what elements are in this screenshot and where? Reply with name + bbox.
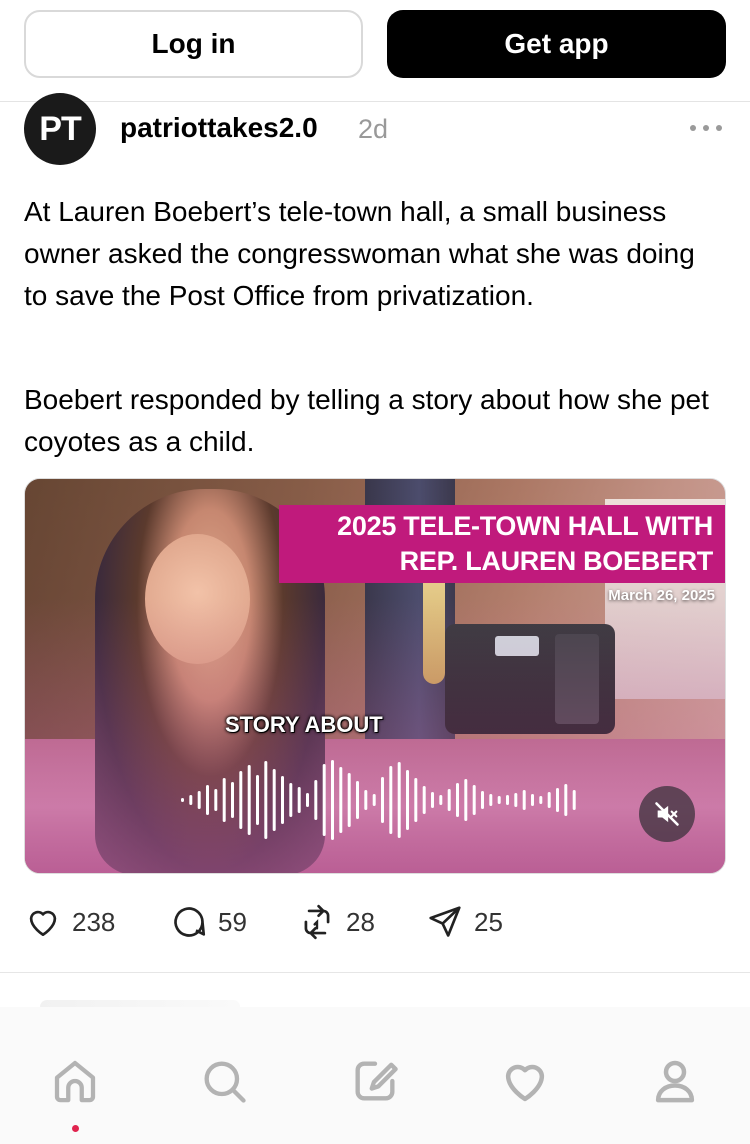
post-paragraph: Boebert responded by telling a story abo… xyxy=(24,384,709,457)
audio-waveform-icon xyxy=(181,760,576,840)
post-actions: 238 59 28 25 xyxy=(24,900,724,944)
avatar[interactable]: PT xyxy=(24,93,96,165)
reply-button[interactable]: 59 xyxy=(170,900,247,944)
nav-compose[interactable] xyxy=(345,1051,405,1111)
post-divider xyxy=(0,972,750,973)
video-date: March 26, 2025 xyxy=(608,587,715,604)
repost-count: 28 xyxy=(346,906,375,937)
muted-speaker-icon xyxy=(655,802,679,826)
profile-icon xyxy=(655,1060,695,1103)
share-button[interactable]: 25 xyxy=(426,900,503,944)
username[interactable]: patriottakes2.0 xyxy=(120,112,318,144)
heart-icon xyxy=(29,910,57,937)
compose-icon xyxy=(355,1061,398,1101)
heart-icon xyxy=(505,1064,545,1102)
like-button[interactable]: 238 xyxy=(24,900,115,944)
get-app-button[interactable]: Get app xyxy=(387,10,726,78)
repost-icon xyxy=(304,904,330,940)
like-count: 238 xyxy=(72,906,116,937)
nav-profile[interactable] xyxy=(645,1051,705,1111)
reply-count: 59 xyxy=(218,906,247,937)
search-icon xyxy=(204,1061,246,1103)
share-count: 25 xyxy=(474,906,503,937)
send-icon xyxy=(429,906,461,937)
log-in-button[interactable]: Log in xyxy=(24,10,363,78)
avatar-text: PT xyxy=(39,109,81,148)
video-player[interactable]: 2025 TELE-TOWN HALL WITH REP. LAUREN BOE… xyxy=(24,478,726,874)
post-paragraph: At Lauren Boebert’s tele-town hall, a sm… xyxy=(24,196,695,311)
nav-activity[interactable] xyxy=(495,1051,555,1111)
banner-line-2: REP. LAUREN BOEBERT xyxy=(399,546,714,576)
nav-home[interactable] xyxy=(45,1051,105,1111)
comment-icon xyxy=(174,907,206,937)
bottom-nav xyxy=(0,1007,750,1144)
more-options-icon[interactable] xyxy=(690,116,722,140)
video-title-banner: 2025 TELE-TOWN HALL WITH REP. LAUREN BOE… xyxy=(279,505,725,583)
repost-button[interactable]: 28 xyxy=(298,900,375,944)
post-time: 2d xyxy=(358,114,389,144)
banner-line-1: 2025 TELE-TOWN HALL WITH xyxy=(337,511,713,541)
mute-button[interactable] xyxy=(639,786,695,842)
home-icon xyxy=(54,1060,96,1103)
video-caption: STORY ABOUT xyxy=(225,712,383,737)
active-tab-indicator xyxy=(72,1125,79,1132)
nav-search[interactable] xyxy=(194,1051,254,1111)
top-bar: Log in Get app xyxy=(0,0,750,102)
